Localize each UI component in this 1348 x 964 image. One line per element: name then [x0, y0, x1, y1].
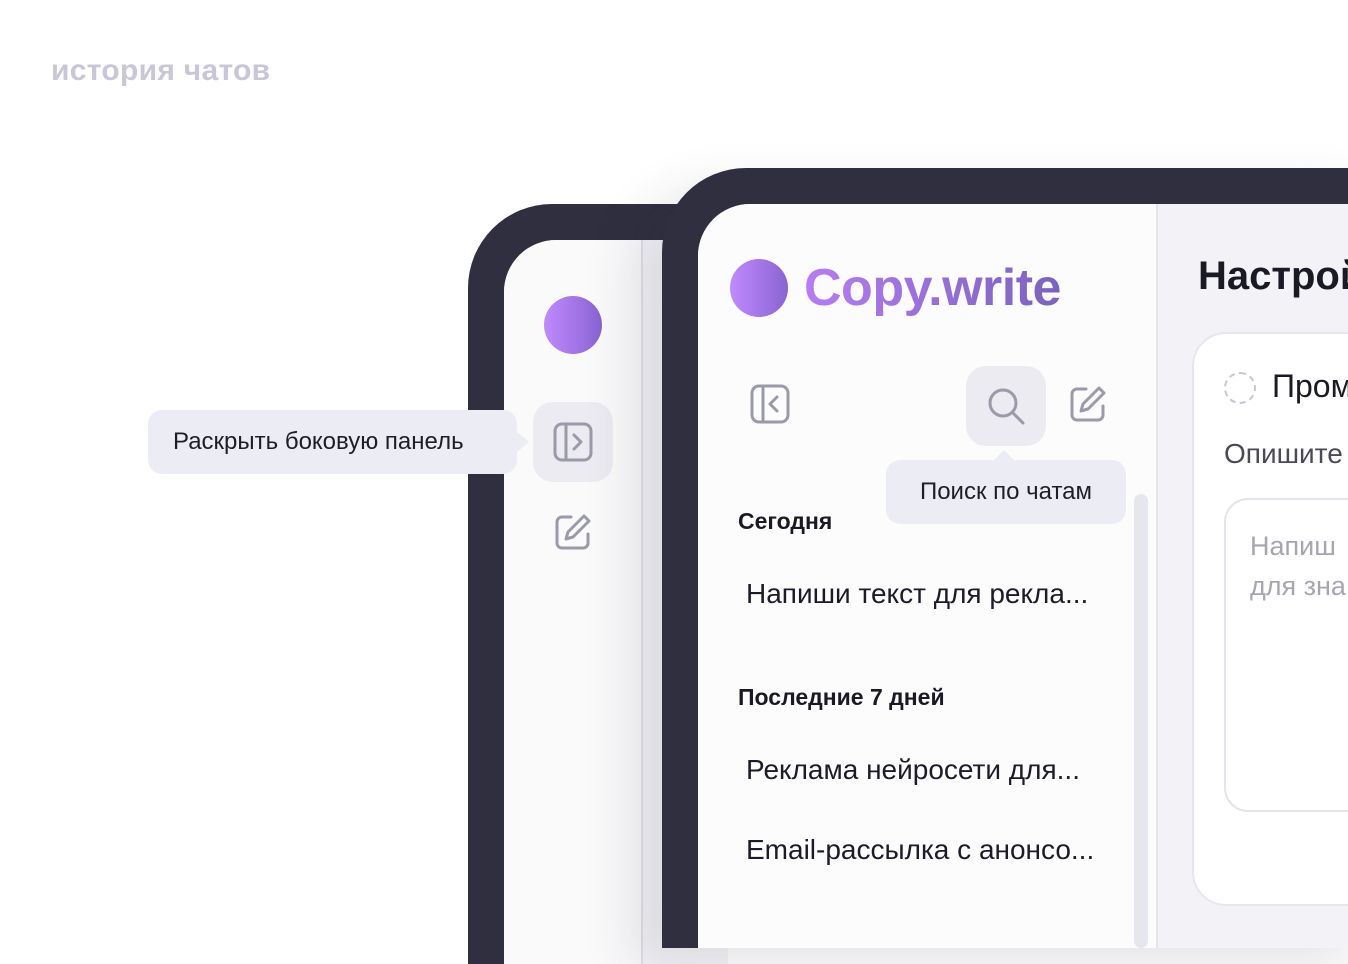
page-caption: история чатов — [51, 54, 271, 87]
chat-list-item[interactable]: Реклама нейросети для... — [746, 754, 1106, 786]
main-title: Настрой — [1198, 254, 1348, 298]
edit-icon — [555, 514, 591, 550]
expand-sidebar-tooltip: Раскрыть боковую панель — [148, 410, 529, 474]
chat-history-sidebar: Copy.write Поиск по чатам Сегодня Напиши… — [698, 204, 1158, 948]
search-icon — [988, 388, 1025, 425]
expand-sidebar-button[interactable] — [533, 402, 613, 482]
brand: Copy.write — [730, 258, 1061, 318]
sidebar-collapse-icon — [750, 384, 790, 424]
prompt-radio[interactable] — [1224, 372, 1256, 404]
chat-list-item[interactable]: Напиши текст для рекла... — [746, 578, 1106, 610]
prompt-description-label: Опишите — [1224, 438, 1343, 469]
search-chats-button[interactable] — [966, 366, 1046, 446]
search-tooltip: Поиск по чатам — [886, 450, 1126, 524]
logo-icon — [730, 259, 788, 317]
prompt-card: Пром Опишите Напиш для зна — [1192, 332, 1348, 906]
collapse-sidebar-button[interactable] — [738, 372, 802, 436]
brand-name: Copy.write — [804, 259, 1061, 317]
new-chat-button[interactable] — [543, 502, 603, 562]
sidebar-scrollbar[interactable] — [1134, 494, 1148, 948]
section-last-7-days: Последние 7 дней — [738, 684, 945, 710]
prompt-card-title: Пром — [1272, 368, 1348, 404]
prompt-textarea[interactable]: Напиш для зна — [1224, 498, 1348, 812]
expanded-app-frame: Copy.write Поиск по чатам Сегодня Напиши… — [662, 168, 1348, 948]
sidebar-expand-icon — [553, 422, 593, 462]
expanded-app-screen: Copy.write Поиск по чатам Сегодня Напиши… — [698, 204, 1348, 948]
new-chat-button[interactable] — [1056, 372, 1120, 436]
section-today: Сегодня — [738, 508, 833, 534]
logo-icon — [544, 296, 602, 354]
chat-list-item[interactable]: Email-рассылка с анонсо... — [746, 834, 1106, 866]
collapsed-sidebar — [504, 240, 643, 964]
edit-icon — [1070, 386, 1106, 422]
